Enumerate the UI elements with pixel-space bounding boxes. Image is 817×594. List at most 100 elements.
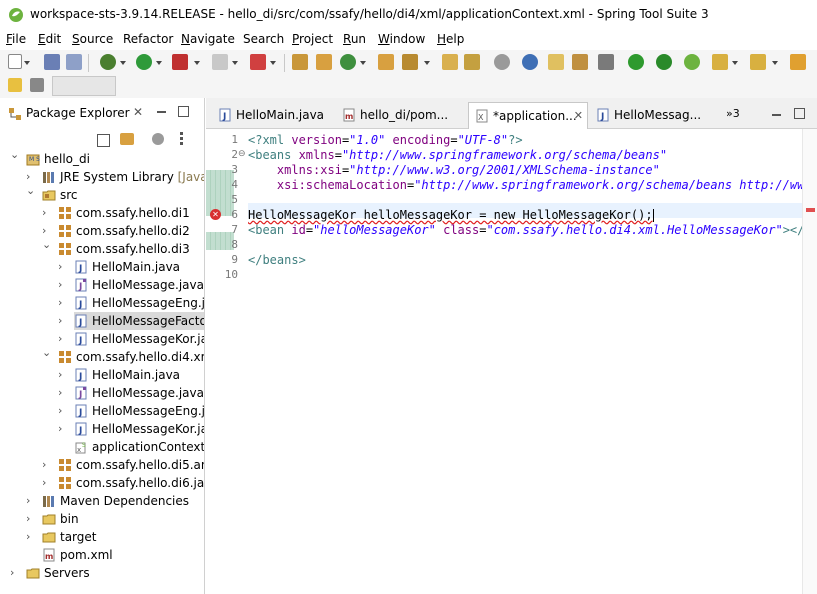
tree-item[interactable]: › J HelloMessageFactor bbox=[58, 312, 204, 330]
tree-item[interactable]: x SapplicationContext.x bbox=[0, 438, 204, 456]
tree-item[interactable]: › J HelloMain.java bbox=[0, 258, 204, 276]
chevron-right-icon[interactable]: › bbox=[42, 458, 46, 471]
tab-overflow[interactable]: »3 bbox=[726, 107, 740, 120]
menu-edit[interactable]: Edit bbox=[38, 32, 61, 46]
editor-tab[interactable]: J HelloMessag... bbox=[590, 102, 701, 128]
package-explorer-tab[interactable]: Package Explorer ✕ bbox=[2, 102, 202, 124]
chevron-down-icon[interactable]: ⌄ bbox=[42, 346, 51, 359]
chevron-right-icon[interactable]: › bbox=[58, 332, 62, 345]
open-folder-icon[interactable] bbox=[442, 54, 458, 70]
menu-refactor[interactable]: Refactor bbox=[123, 32, 173, 46]
console-icon[interactable] bbox=[598, 54, 614, 70]
maximize-icon[interactable] bbox=[178, 106, 189, 117]
back-icon[interactable] bbox=[790, 54, 806, 70]
code-text-area[interactable]: <?xml version="1.0" encoding="UTF-8"?> <b… bbox=[248, 129, 808, 594]
overview-ruler[interactable] bbox=[802, 129, 817, 594]
tree-item[interactable]: ⌄ M S hello_di bbox=[0, 150, 204, 168]
chevron-right-icon[interactable]: › bbox=[26, 170, 30, 183]
close-tab-icon[interactable]: ✕ bbox=[574, 109, 583, 122]
minimize-editor-icon[interactable] bbox=[772, 114, 781, 116]
new-dropdown-icon[interactable] bbox=[24, 61, 30, 65]
chevron-down-icon[interactable]: ⌄ bbox=[10, 150, 19, 161]
chevron-right-icon[interactable]: › bbox=[42, 224, 46, 237]
chevron-down-icon[interactable]: ⌄ bbox=[26, 184, 35, 197]
open-type-icon[interactable] bbox=[378, 54, 394, 70]
chevron-down-icon[interactable]: ⌄ bbox=[42, 238, 51, 251]
tree-item[interactable]: › target bbox=[0, 528, 204, 546]
menu-navigate[interactable]: Navigate bbox=[181, 32, 235, 46]
clipboard-icon[interactable] bbox=[572, 54, 588, 70]
close-icon[interactable]: ✕ bbox=[133, 105, 143, 119]
spring-boot-icon[interactable] bbox=[628, 54, 644, 70]
globe-icon[interactable] bbox=[522, 54, 538, 70]
menu-window[interactable]: Window bbox=[378, 32, 425, 46]
chevron-right-icon[interactable]: › bbox=[58, 368, 62, 381]
tree-item[interactable]: › J HelloMessageEng.jav bbox=[0, 294, 204, 312]
save-all-icon[interactable] bbox=[66, 54, 82, 70]
annotate-icon[interactable] bbox=[548, 54, 564, 70]
tree-item[interactable]: › J HelloMain.java bbox=[0, 366, 204, 384]
editor-tab[interactable]: X *application... ✕ bbox=[468, 102, 588, 129]
chevron-right-icon[interactable]: › bbox=[26, 530, 30, 543]
tree-item[interactable]: › Maven Dependencies bbox=[0, 492, 204, 510]
maximize-editor-icon[interactable] bbox=[794, 108, 805, 119]
chevron-right-icon[interactable]: › bbox=[58, 278, 62, 291]
editor-tab[interactable]: m hello_di/pom... bbox=[336, 102, 460, 128]
new-package-icon[interactable] bbox=[292, 54, 308, 70]
next-annotation-icon[interactable] bbox=[712, 54, 728, 70]
pin-icon[interactable] bbox=[402, 54, 418, 70]
menu-source[interactable]: Source bbox=[72, 32, 113, 46]
pencil-icon[interactable] bbox=[8, 78, 22, 92]
tree-item[interactable]: › bin bbox=[0, 510, 204, 528]
view-menu-icon[interactable] bbox=[180, 132, 183, 146]
tree-item[interactable]: ⌄ src bbox=[0, 184, 204, 204]
spring-leaf-icon[interactable] bbox=[684, 54, 700, 70]
tree-item[interactable]: › J HelloMessageKor.jav bbox=[0, 420, 204, 438]
menu-help[interactable]: Help bbox=[437, 32, 464, 46]
tree-item[interactable]: ⌄ com.ssafy.hello.di3 bbox=[0, 238, 204, 258]
stop-icon[interactable] bbox=[212, 54, 228, 70]
menu-search[interactable]: Search bbox=[243, 32, 284, 46]
external-tools-icon[interactable] bbox=[172, 54, 188, 70]
error-icon[interactable]: ✕ bbox=[210, 209, 221, 220]
menu-file[interactable]: File bbox=[6, 32, 26, 46]
menu-project[interactable]: Project bbox=[292, 32, 333, 46]
tree-item[interactable]: › J HelloMessage.java bbox=[0, 276, 204, 294]
perspective-combo[interactable] bbox=[52, 76, 116, 96]
save-icon[interactable] bbox=[44, 54, 60, 70]
chevron-right-icon[interactable]: › bbox=[26, 494, 30, 507]
collapse-all-icon[interactable] bbox=[97, 134, 110, 147]
tree-item[interactable]: › J HelloMessageEng.jav bbox=[0, 402, 204, 420]
tree-item[interactable]: › J HelloMessage.java bbox=[0, 384, 204, 402]
chevron-right-icon[interactable]: › bbox=[10, 566, 14, 579]
fold-toggle-icon[interactable]: ⊖ bbox=[238, 149, 246, 159]
chevron-right-icon[interactable]: › bbox=[58, 296, 62, 309]
run-icon[interactable] bbox=[136, 54, 152, 70]
filter-icon[interactable] bbox=[152, 133, 164, 145]
chevron-right-icon[interactable]: › bbox=[58, 260, 62, 273]
tree-item[interactable]: › Servers bbox=[0, 564, 204, 582]
chevron-right-icon[interactable]: › bbox=[58, 314, 62, 327]
chevron-right-icon[interactable]: › bbox=[42, 206, 46, 219]
tree-item[interactable]: › com.ssafy.hello.di1 bbox=[0, 204, 204, 222]
tree-item[interactable]: › com.ssafy.hello.di6.java bbox=[0, 474, 204, 492]
error-marker[interactable] bbox=[806, 208, 815, 212]
power-icon[interactable] bbox=[656, 54, 672, 70]
task-icon[interactable] bbox=[494, 54, 510, 70]
menu-run[interactable]: Run bbox=[343, 32, 366, 46]
tree-item[interactable]: › com.ssafy.hello.di5.ann bbox=[0, 456, 204, 474]
open-resource-icon[interactable] bbox=[464, 54, 480, 70]
new-class-icon[interactable] bbox=[316, 54, 332, 70]
tree-item[interactable]: › J HelloMessageKor.jav bbox=[0, 330, 204, 348]
editor-tab[interactable]: J HelloMain.java bbox=[212, 102, 330, 128]
new-icon[interactable] bbox=[8, 54, 22, 69]
tree-item[interactable]: › com.ssafy.hello.di2 bbox=[0, 222, 204, 240]
minimize-icon[interactable] bbox=[157, 111, 166, 113]
chevron-right-icon[interactable]: › bbox=[26, 512, 30, 525]
debug-icon[interactable] bbox=[100, 54, 116, 70]
tree-item[interactable]: ⌄ com.ssafy.hello.di4.xml bbox=[0, 346, 204, 366]
prev-annotation-icon[interactable] bbox=[750, 54, 766, 70]
perspective-icon[interactable] bbox=[30, 78, 44, 92]
refresh-icon[interactable] bbox=[340, 54, 356, 70]
chevron-right-icon[interactable]: › bbox=[58, 422, 62, 435]
